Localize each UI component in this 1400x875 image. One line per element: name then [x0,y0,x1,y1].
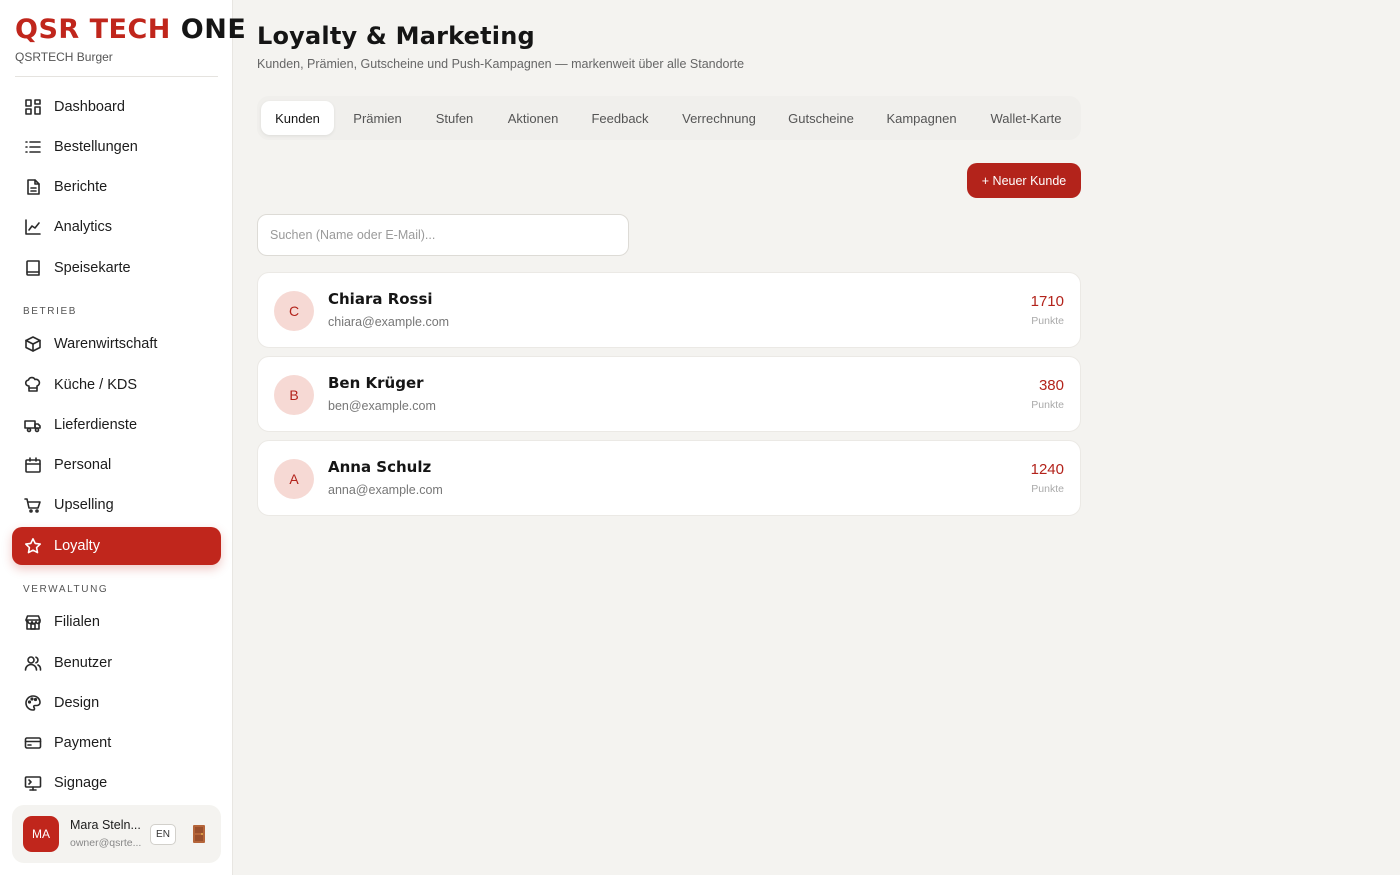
customer-email: chiara@example.com [328,315,450,329]
brand-subtitle: QSRTECH Burger [15,50,113,64]
language-toggle-button[interactable]: EN [150,824,176,845]
sidebar-item-label: Personal [54,457,112,473]
sidebar-item-benutzer[interactable]: Benutzer [12,644,221,682]
search-input[interactable] [257,214,629,256]
sidebar-item-payment[interactable]: Payment [12,724,221,762]
star-icon [24,537,42,555]
tab-verrechnung[interactable]: Verrechnung [666,101,772,135]
new-customer-button[interactable]: + Neuer Kunde [967,163,1081,198]
logo-part-qsr: QSR [15,14,80,45]
tab-bar: Kunden Prämien Stufen Aktionen Feedback … [257,96,1081,140]
customer-points: 1240 [1030,461,1064,478]
sidebar-item-loyalty[interactable]: Loyalty [12,527,221,565]
palette-icon [24,694,42,712]
sidebar-item-label: Analytics [54,219,113,235]
sidebar-item-label: Benutzer [54,655,113,671]
customer-card[interactable]: B Ben Krüger ben@example.com 380 Punkte [257,356,1081,432]
divider [15,76,218,77]
list-icon [24,138,42,156]
customer-card[interactable]: C Chiara Rossi chiara@example.com 1710 P… [257,272,1081,348]
tab-feedback[interactable]: Feedback [578,101,662,135]
chef-hat-icon [24,376,42,394]
user-card[interactable]: MA Mara Steln... owner@qsrte... EN [12,805,221,863]
tab-kampagnen[interactable]: Kampagnen [870,101,973,135]
monitor-icon [24,774,42,792]
tab-stufen[interactable]: Stufen [421,101,488,135]
points-label: Punkte [1031,483,1064,495]
sidebar-item-warenwirtschaft[interactable]: Warenwirtschaft [12,325,221,363]
sidebar-item-label: Berichte [54,179,108,195]
section-label-betrieb: BETRIEB [23,306,77,317]
customer-card[interactable]: A Anna Schulz anna@example.com 1240 Punk… [257,440,1081,516]
page-title: Loyalty & Marketing [257,22,535,50]
sidebar-item-lieferdienste[interactable]: Lieferdienste [12,406,221,444]
user-email: owner@qsrte... [70,837,142,849]
document-icon [24,178,42,196]
calendar-icon [24,456,42,474]
points-label: Punkte [1031,399,1064,411]
logo-part-one: ONE [180,14,247,45]
sidebar-item-label: Lieferdienste [54,417,138,433]
sidebar-item-dashboard[interactable]: Dashboard [12,88,221,126]
tab-kunden[interactable]: Kunden [261,101,334,135]
sidebar-item-label: Bestellungen [54,139,138,155]
customer-name: Anna Schulz [328,458,432,476]
sidebar-item-label: Signage [54,775,108,791]
sidebar: QSR TECH ONE QSRTECH Burger Dashboard Be… [0,0,246,875]
box-icon [24,335,42,353]
sidebar-item-label: Küche / KDS [54,377,138,393]
book-icon [24,259,42,277]
customer-avatar: C [274,291,314,331]
logout-door-icon[interactable] [192,824,206,844]
sidebar-item-analytics[interactable]: Analytics [12,208,221,246]
customer-email: anna@example.com [328,483,443,497]
customer-points: 380 [1038,377,1064,394]
sidebar-item-filialen[interactable]: Filialen [12,603,221,641]
tab-praemien[interactable]: Prämien [338,101,417,135]
page-subtitle: Kunden, Prämien, Gutscheine und Push-Kam… [257,57,745,71]
sidebar-item-label: Warenwirtschaft [54,336,158,352]
sidebar-item-design[interactable]: Design [12,684,221,722]
sidebar-item-label: Payment [54,735,112,751]
sidebar-item-upselling[interactable]: Upselling [12,486,221,524]
tab-aktionen[interactable]: Aktionen [492,101,574,135]
sidebar-item-personal[interactable]: Personal [12,446,221,484]
customer-name: Chiara Rossi [328,290,433,308]
grid-icon [24,98,42,116]
sidebar-item-speisekarte[interactable]: Speisekarte [12,249,221,287]
customer-email: ben@example.com [328,399,436,413]
sidebar-item-label: Design [54,695,100,711]
points-label: Punkte [1031,315,1064,327]
sidebar-item-bestellungen[interactable]: Bestellungen [12,128,221,166]
user-name: Mara Steln... [70,818,141,832]
logo-part-tech: TECH [89,14,171,45]
avatar: MA [23,816,59,852]
chart-line-icon [24,218,42,236]
truck-icon [24,416,42,434]
sidebar-item-label: Speisekarte [54,260,131,276]
customer-avatar: A [274,459,314,499]
sidebar-item-label: Filialen [54,614,100,630]
cart-icon [24,496,42,514]
store-icon [24,613,42,631]
sidebar-item-label: Loyalty [54,538,100,554]
tab-gutscheine[interactable]: Gutscheine [776,101,866,135]
section-label-verwaltung: VERWALTUNG [23,584,109,595]
customer-points: 1710 [1030,293,1064,310]
brand-logo[interactable]: QSR TECH ONE [15,14,246,46]
sidebar-item-label: Upselling [54,497,114,513]
credit-card-icon [24,734,42,752]
sidebar-item-berichte[interactable]: Berichte [12,168,221,206]
users-icon [24,654,42,672]
customer-avatar: B [274,375,314,415]
sidebar-item-kueche[interactable]: Küche / KDS [12,366,221,404]
sidebar-item-label: Dashboard [54,99,125,115]
tab-wallet-karte[interactable]: Wallet-Karte [977,101,1075,135]
customer-name: Ben Krüger [328,374,424,392]
sidebar-item-signage[interactable]: Signage [12,764,221,802]
